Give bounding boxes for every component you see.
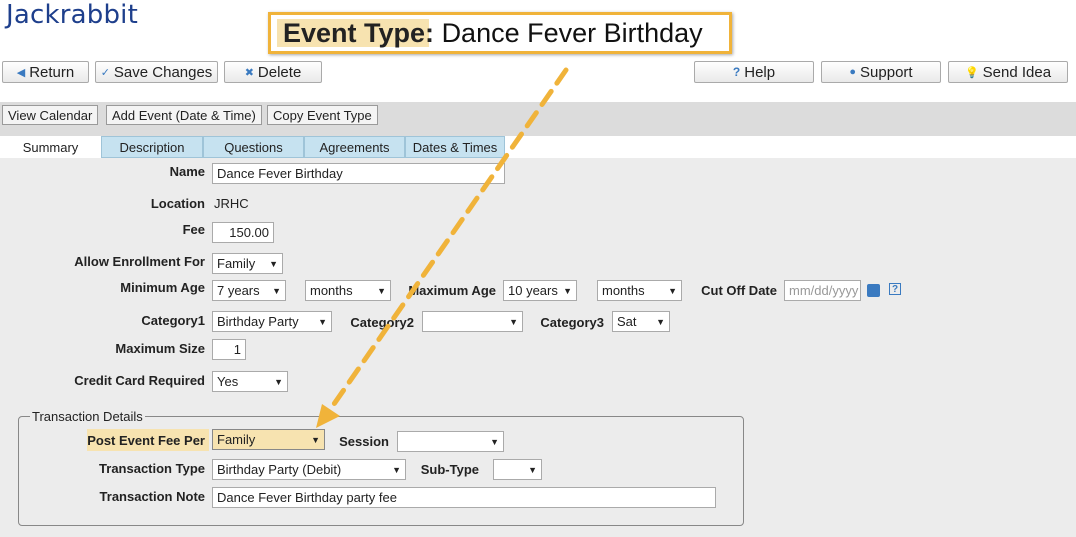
arrow-head [316, 404, 340, 428]
annotation-arrow [316, 67, 569, 428]
arrow-line [322, 67, 569, 420]
